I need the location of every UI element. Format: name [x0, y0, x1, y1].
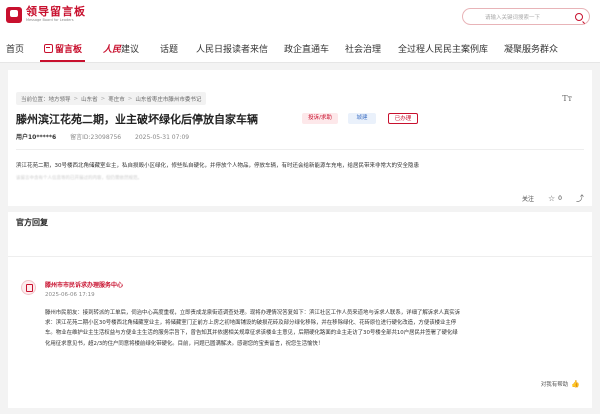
- org-avatar-icon: [21, 280, 36, 295]
- message-meta: 用户10*****6 留言ID:23098756 2025-05-31 07:0…: [16, 132, 201, 141]
- reply-line: 车。物业在维护业主生活权益与方便业主生活的服务宗旨下，曾告知其并依据相关规章征求…: [45, 330, 458, 337]
- reply-section-title: 官方回复: [16, 218, 48, 227]
- thumbs-up-icon: 👍: [571, 380, 580, 388]
- message-id: 留言ID:23098756: [70, 134, 122, 141]
- divider: [8, 256, 592, 257]
- nav-item-democracy-cases[interactable]: 全过程人民民主案例库: [398, 42, 488, 55]
- helpful-button[interactable]: 对我有帮助 👍: [541, 380, 580, 388]
- site-header: 领导留言板 Message Board for Leaders 请输入关键词搜索…: [0, 0, 600, 33]
- divider: [16, 149, 584, 150]
- nav-item-topics[interactable]: 话题: [160, 42, 178, 55]
- breadcrumb-item[interactable]: 地方领导: [49, 95, 71, 103]
- reply-body: 滕州市民朋友：接到转派的工单后，伺治中心高度重视，立即责成龙泉街道调查处理。现将…: [45, 308, 585, 349]
- follow-button[interactable]: 关注: [522, 194, 534, 203]
- message-author: 用户10*****6: [16, 134, 57, 141]
- nav-item-social-governance[interactable]: 社会治理: [345, 42, 381, 55]
- favorite-count: 0: [558, 195, 562, 202]
- nav-item-serve-people[interactable]: 凝聚服务群众: [504, 42, 558, 55]
- nav-item-home[interactable]: 首页: [6, 42, 24, 55]
- message-actions: 关注 ☆ 0 ⤴: [508, 193, 584, 204]
- message-board-icon: [44, 44, 53, 53]
- search-input[interactable]: 请输入关键词搜索一下: [462, 8, 590, 25]
- nav-item-readers-letters[interactable]: 人民日报读者来信: [196, 42, 268, 55]
- message-content: 滨江花苑二期，30号楼西北角储藏室业主，私自损毁小区绿化，修些私自硬化，并停放个…: [16, 163, 420, 169]
- logo-title: 领导留言板: [26, 5, 86, 18]
- reply-line: 求：滨江花苑二期小区30号楼西北角储藏室业主，将储藏室门正前方上房之初地面铺设的…: [45, 320, 457, 327]
- logo-icon: [6, 6, 22, 23]
- share-button[interactable]: ⤴: [576, 193, 584, 204]
- message-detail-card: 当前位置： 地方领导 > 山东省 > 枣庄市 > 山东省枣庄市滕州市委书记 Tт…: [8, 70, 592, 206]
- breadcrumb-item[interactable]: 山东省枣庄市滕州市委书记: [135, 95, 201, 103]
- message-disclaimer: 该留言中含有个人信息等的已开展过的内容，但仍需依然规范。: [16, 176, 142, 181]
- breadcrumb-item[interactable]: 枣庄市: [108, 95, 125, 103]
- message-datetime: 2025-05-31 07:09: [135, 134, 190, 141]
- official-reply-card: 官方回复 滕州市市民诉求办理服务中心 2025-06-06 17:19 滕州市民…: [8, 212, 592, 408]
- helpful-label: 对我有帮助: [540, 382, 569, 388]
- star-icon: ☆: [548, 194, 556, 203]
- message-type-tag: 投诉/求助: [302, 113, 338, 124]
- reply-date: 2025-06-06 17:19: [45, 292, 95, 298]
- breadcrumb: 当前位置： 地方领导 > 山东省 > 枣庄市 > 山东省枣庄市滕州市委书记: [16, 92, 207, 105]
- message-field-tag: 城建: [348, 113, 376, 124]
- logo-subtitle: Message Board for Leaders: [26, 18, 74, 22]
- share-icon: ⤴: [576, 194, 584, 203]
- font-size-toggle[interactable]: Tт: [562, 94, 572, 103]
- reply-org-name[interactable]: 滕州市市民诉求办理服务中心: [45, 280, 123, 289]
- site-logo[interactable]: 领导留言板 Message Board for Leaders: [6, 6, 86, 23]
- search-icon[interactable]: [575, 13, 583, 21]
- reply-line: 滕州市民朋友：接到转派的工单后，伺治中心高度重视，立即责成龙泉街道调查处理。现将…: [45, 310, 461, 316]
- nav-active-underline: [40, 60, 85, 62]
- nav-item-suggestion[interactable]: 人民建议: [103, 42, 139, 55]
- nav-item-gov-enterprise[interactable]: 政企直通车: [284, 42, 329, 55]
- favorite-button[interactable]: ☆ 0: [548, 194, 562, 203]
- rmrb-logo: 人民: [103, 45, 122, 55]
- breadcrumb-item[interactable]: 山东省: [81, 95, 98, 103]
- reply-line: 化用征求意见书，超2/3的住户同意将楼前绿化带硬化。目前，问题已圆满解决。感谢您…: [45, 340, 324, 347]
- status-badge: 已办理: [388, 113, 418, 124]
- nav-item-message-board[interactable]: 留言板: [44, 42, 82, 55]
- search-placeholder: 请输入关键词搜索一下: [485, 15, 541, 21]
- main-nav: 首页 留言板 人民建议 话题 人民日报读者来信 政企直通车 社会治理 全过程人民…: [0, 33, 600, 63]
- message-title: 滕州滨江花苑二期，业主破坏绿化后停放自家车辆: [16, 113, 258, 126]
